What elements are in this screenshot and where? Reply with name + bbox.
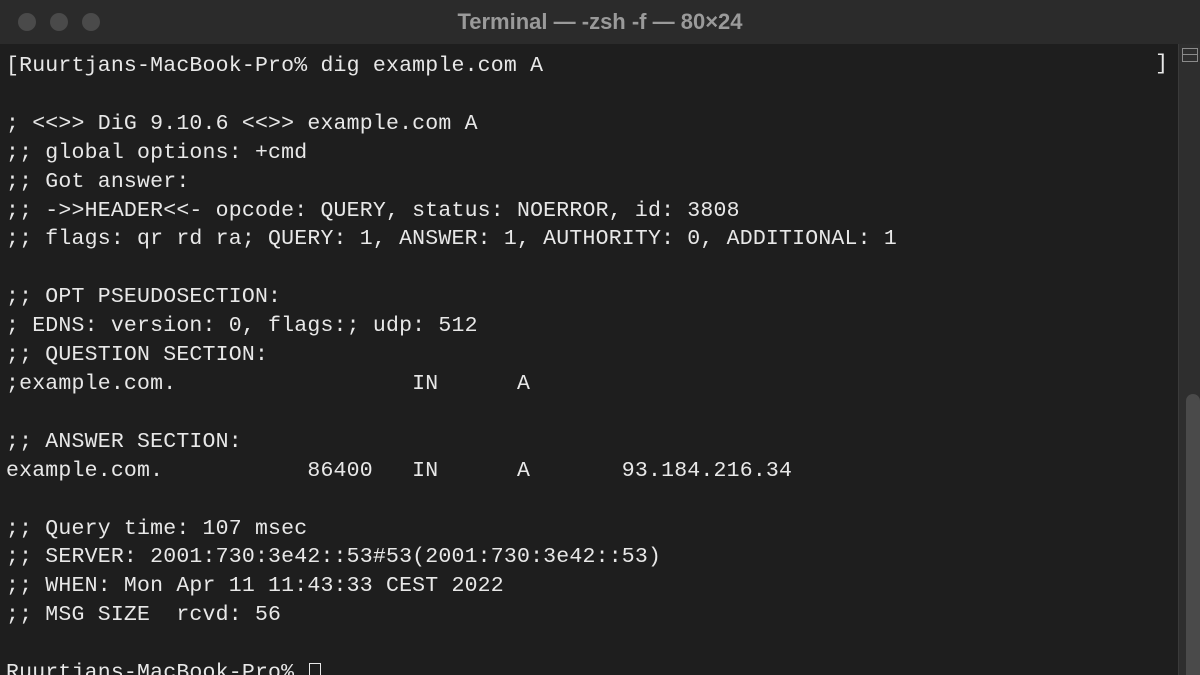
terminal-output[interactable]: [Ruurtjans-MacBook-Pro% dig example.com … xyxy=(0,44,1178,675)
minimize-icon[interactable] xyxy=(50,13,68,31)
cursor-icon xyxy=(309,663,321,675)
output-line: ;; flags: qr rd ra; QUERY: 1, ANSWER: 1,… xyxy=(6,227,897,251)
output-line: example.com. 86400 IN A 93.184.216.34 xyxy=(6,459,792,483)
output-line: ;; OPT PSEUDOSECTION: xyxy=(6,285,281,309)
output-line: ;; Got answer: xyxy=(6,170,189,194)
window-title: Terminal — -zsh -f — 80×24 xyxy=(0,9,1200,35)
close-icon[interactable] xyxy=(18,13,36,31)
output-line: ;; SERVER: 2001:730:3e42::53#53(2001:730… xyxy=(6,545,661,569)
titlebar[interactable]: Terminal — -zsh -f — 80×24 xyxy=(0,0,1200,44)
output-line: ;; WHEN: Mon Apr 11 11:43:33 CEST 2022 xyxy=(6,574,504,598)
line-end-bracket: ] xyxy=(1155,52,1168,76)
prompt-line: [Ruurtjans-MacBook-Pro% dig example.com … xyxy=(6,54,543,78)
output-line: ; <<>> DiG 9.10.6 <<>> example.com A xyxy=(6,112,478,136)
prompt-line: Ruurtjans-MacBook-Pro% xyxy=(6,661,307,675)
output-line: ;; ->>HEADER<<- opcode: QUERY, status: N… xyxy=(6,199,740,223)
output-line: ;example.com. IN A xyxy=(6,372,530,396)
scrollbar-thumb[interactable] xyxy=(1186,394,1200,675)
output-line: ;; Query time: 107 msec xyxy=(6,517,307,541)
output-line: ;; global options: +cmd xyxy=(6,141,307,165)
split-pane-icon[interactable] xyxy=(1182,48,1198,62)
output-line: ;; ANSWER SECTION: xyxy=(6,430,242,454)
output-line: ; EDNS: version: 0, flags:; udp: 512 xyxy=(6,314,478,338)
terminal-area[interactable]: [Ruurtjans-MacBook-Pro% dig example.com … xyxy=(0,44,1200,675)
output-line: ;; QUESTION SECTION: xyxy=(6,343,268,367)
terminal-window: Terminal — -zsh -f — 80×24 [Ruurtjans-Ma… xyxy=(0,0,1200,675)
zoom-icon[interactable] xyxy=(82,13,100,31)
traffic-lights xyxy=(0,13,100,31)
output-line: ;; MSG SIZE rcvd: 56 xyxy=(6,603,281,627)
